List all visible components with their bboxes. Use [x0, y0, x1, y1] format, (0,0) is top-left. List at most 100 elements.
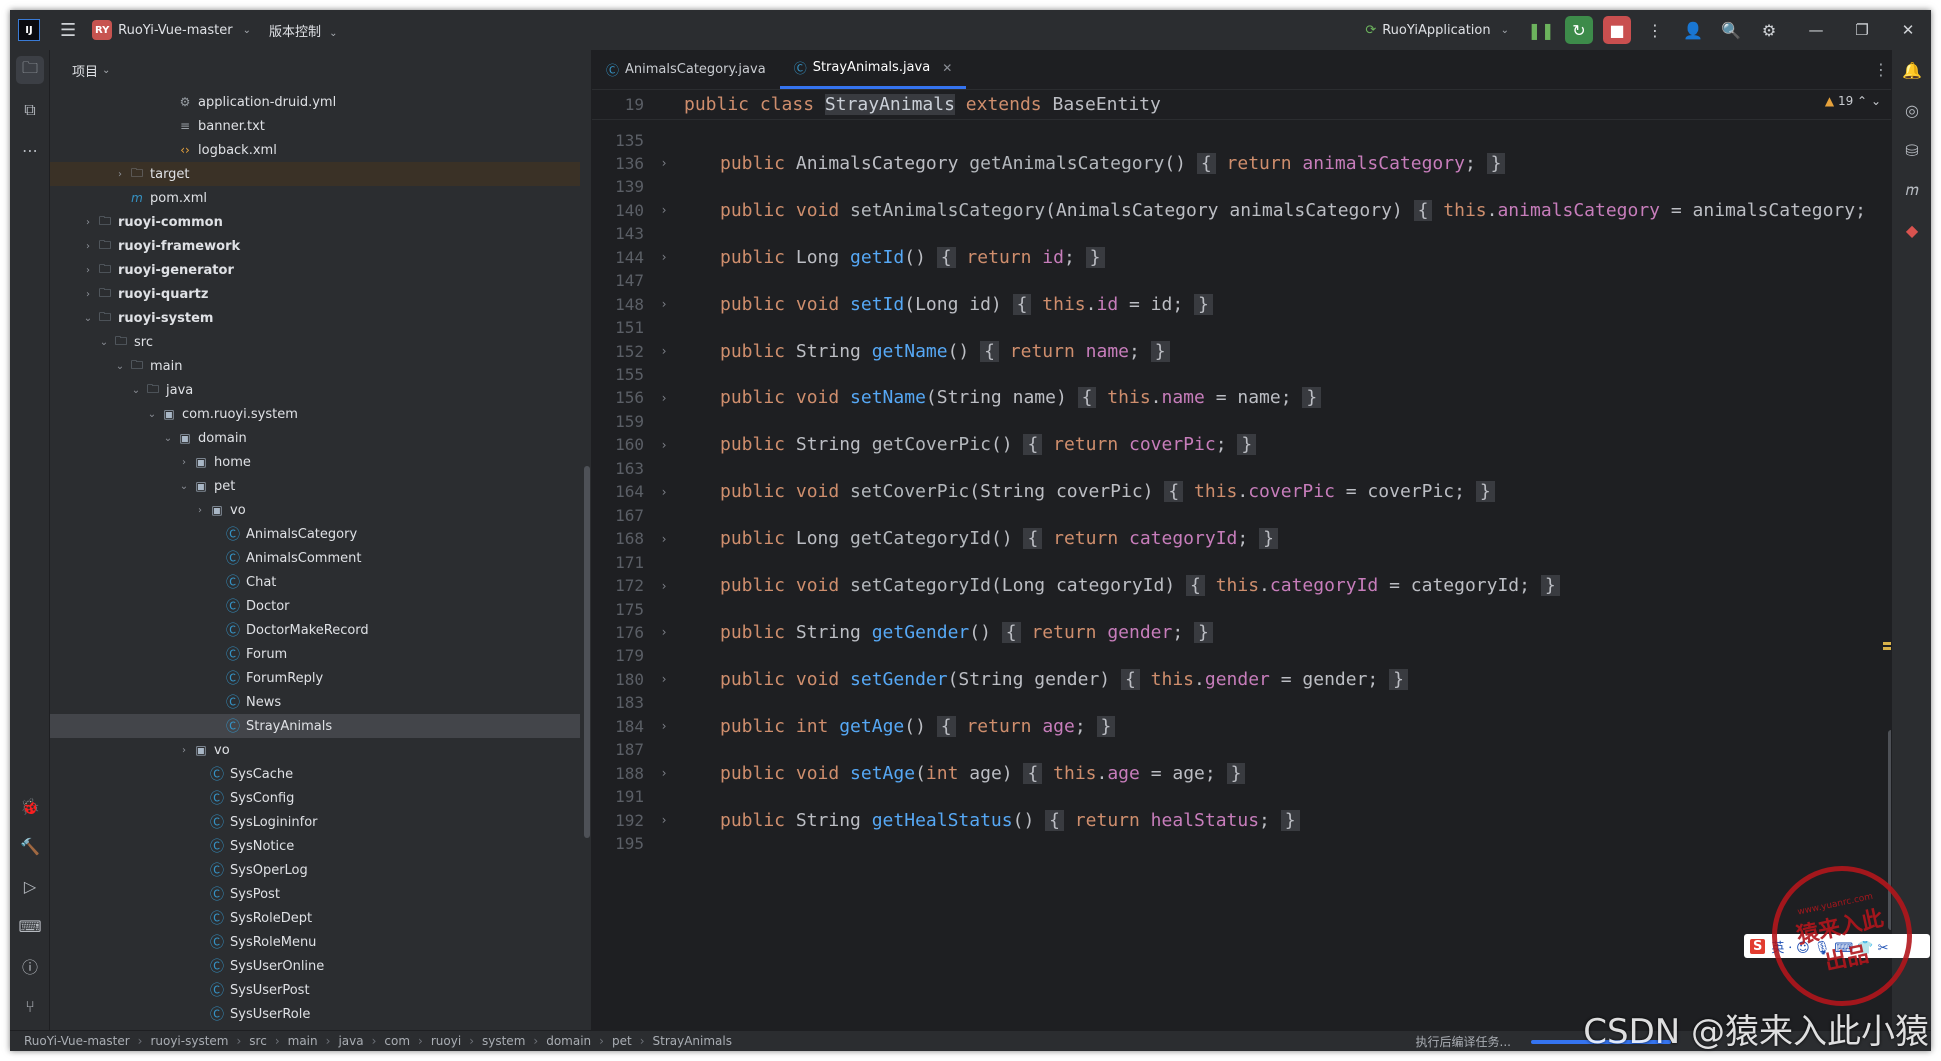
breadcrumb-item[interactable]: java: [338, 1034, 363, 1048]
fold-chevron-icon[interactable]: ›: [644, 625, 684, 639]
ai-assistant-icon[interactable]: ◎: [1898, 96, 1926, 124]
tree-item[interactable]: Ⓒ News: [50, 690, 580, 714]
chevron-down-icon[interactable]: ⌄: [96, 337, 112, 348]
vcs-menu[interactable]: 版本控制 ⌄: [269, 21, 338, 40]
chevron-right-icon[interactable]: ›: [176, 745, 192, 756]
tree-item[interactable]: Ⓒ SysOperLog: [50, 858, 580, 882]
breadcrumb-item[interactable]: pet: [612, 1034, 632, 1048]
tree-item[interactable]: Ⓒ AnimalsComment: [50, 546, 580, 570]
stop-button[interactable]: ■: [1603, 16, 1631, 44]
tree-item[interactable]: Ⓒ SysNotice: [50, 834, 580, 858]
tree-item[interactable]: ⌄ ▣ pet: [50, 474, 580, 498]
fold-chevron-icon[interactable]: ›: [644, 438, 684, 452]
tree-item[interactable]: ⌄ ▣ com.ruoyi.system: [50, 402, 580, 426]
project-panel-header[interactable]: 项目 ⌄: [50, 50, 591, 90]
chevron-right-icon[interactable]: ›: [176, 457, 192, 468]
project-switcher[interactable]: RY RuoYi-Vue-master ⌄: [92, 20, 251, 40]
run-tool-icon[interactable]: ▷: [16, 872, 44, 900]
problems-tool-icon[interactable]: ⓘ: [16, 952, 44, 980]
fold-chevron-icon[interactable]: ›: [644, 250, 684, 264]
tree-item[interactable]: Ⓒ SysConfig: [50, 786, 580, 810]
tree-item[interactable]: › 🗀 target: [50, 162, 580, 186]
close-button[interactable]: ✕: [1885, 21, 1931, 39]
fold-chevron-icon[interactable]: ›: [644, 203, 684, 217]
tree-item[interactable]: ⌄ 🗀 src: [50, 330, 580, 354]
close-tab-icon[interactable]: ✕: [942, 61, 952, 75]
tree-item[interactable]: › ▣ home: [50, 450, 580, 474]
tree-item[interactable]: ⌄ 🗀 ruoyi-system: [50, 306, 580, 330]
tree-item[interactable]: Ⓒ Chat: [50, 570, 580, 594]
chevron-right-icon[interactable]: ›: [80, 289, 96, 300]
tree-item[interactable]: Ⓒ Doctor: [50, 594, 580, 618]
tree-item[interactable]: Ⓒ AnimalsCategory: [50, 522, 580, 546]
chevron-down-icon[interactable]: ⌄: [112, 361, 128, 372]
build-tool-icon[interactable]: 🔨: [16, 832, 44, 860]
tree-item[interactable]: Ⓒ SysLogininfor: [50, 810, 580, 834]
breadcrumb-item[interactable]: system: [482, 1034, 525, 1048]
editor-tab[interactable]: Ⓒ AnimalsCategory.java: [592, 50, 780, 89]
chevron-down-icon[interactable]: ⌄: [80, 313, 96, 324]
breadcrumb-item[interactable]: com: [384, 1034, 410, 1048]
chevron-right-icon[interactable]: ›: [112, 169, 128, 180]
fold-chevron-icon[interactable]: ›: [644, 672, 684, 686]
git-tool-icon[interactable]: ⑂: [16, 992, 44, 1020]
more-icon[interactable]: ⋮: [1641, 16, 1669, 44]
tree-item[interactable]: ⌄ ▣ domain: [50, 426, 580, 450]
chevron-up-icon[interactable]: ⌃: [1857, 94, 1867, 108]
breadcrumb-item[interactable]: StrayAnimals: [653, 1034, 733, 1048]
tree-item[interactable]: › ▣ vo: [50, 738, 580, 762]
breadcrumb-item[interactable]: RuoYi-Vue-master: [24, 1034, 130, 1048]
fold-chevron-icon[interactable]: ›: [644, 813, 684, 827]
tree-item[interactable]: m pom.xml: [50, 186, 580, 210]
tree-item[interactable]: Ⓒ SysPost: [50, 882, 580, 906]
tree-item[interactable]: Ⓒ Forum: [50, 642, 580, 666]
tree-item[interactable]: Ⓒ SysRoleDept: [50, 906, 580, 930]
ide-logo-icon[interactable]: IJ: [18, 19, 40, 41]
chevron-right-icon[interactable]: ›: [80, 241, 96, 252]
tree-item[interactable]: › 🗀 ruoyi-framework: [50, 234, 580, 258]
breadcrumb-item[interactable]: domain: [546, 1034, 591, 1048]
fold-chevron-icon[interactable]: ›: [644, 485, 684, 499]
chevron-down-icon[interactable]: ⌄: [128, 385, 144, 396]
terminal-tool-icon[interactable]: ⌨: [16, 912, 44, 940]
tree-item[interactable]: › 🗀 ruoyi-common: [50, 210, 580, 234]
maven-icon[interactable]: 𝑚: [1898, 176, 1926, 204]
breadcrumb-item[interactable]: ruoyi-system: [150, 1034, 228, 1048]
tree-item[interactable]: Ⓒ DoctorMakeRecord: [50, 618, 580, 642]
background-task[interactable]: 执行后编译任务...: [1416, 1033, 1511, 1050]
chevron-down-icon[interactable]: ⌄: [176, 481, 192, 492]
tree-item[interactable]: ‹› logback.xml: [50, 138, 580, 162]
code-line[interactable]: 195: [592, 830, 1901, 858]
tree-item[interactable]: Ⓒ SysUserPost: [50, 978, 580, 1002]
sticky-header[interactable]: 19 public class StrayAnimals extends Bas…: [592, 90, 1901, 120]
minimize-button[interactable]: —: [1793, 21, 1839, 39]
fold-chevron-icon[interactable]: ›: [644, 532, 684, 546]
structure-tool-icon[interactable]: ⧉: [16, 96, 44, 124]
tree-item[interactable]: ⚙ application-druid.yml: [50, 90, 580, 114]
fold-chevron-icon[interactable]: ›: [644, 579, 684, 593]
database-icon[interactable]: ⛁: [1898, 136, 1926, 164]
notifications-icon[interactable]: 🔔: [1898, 56, 1926, 84]
tree-item[interactable]: Ⓒ ForumReply: [50, 666, 580, 690]
chevron-down-icon[interactable]: ⌄: [1871, 94, 1881, 108]
tree-item[interactable]: ⌄ 🗀 main: [50, 354, 580, 378]
fold-chevron-icon[interactable]: ›: [644, 156, 684, 170]
fold-chevron-icon[interactable]: ›: [644, 391, 684, 405]
add-user-icon[interactable]: 👤: [1679, 16, 1707, 44]
project-tool-icon[interactable]: 🗀: [16, 56, 44, 84]
fold-chevron-icon[interactable]: ›: [644, 344, 684, 358]
main-menu-icon[interactable]: ☰: [60, 20, 76, 41]
settings-icon[interactable]: ⚙: [1755, 16, 1783, 44]
code-area[interactable]: 19 public class StrayAnimals extends Bas…: [592, 90, 1901, 1030]
debug-tool-icon[interactable]: 🐞: [16, 792, 44, 820]
tree-item[interactable]: Ⓒ SysUserOnline: [50, 954, 580, 978]
tree-item[interactable]: ≡ banner.txt: [50, 114, 580, 138]
pause-icon[interactable]: ❚❚: [1527, 16, 1555, 44]
fold-chevron-icon[interactable]: ›: [644, 719, 684, 733]
plugin-icon[interactable]: ◆: [1898, 216, 1926, 244]
fold-chevron-icon[interactable]: ›: [644, 297, 684, 311]
more-tools-icon[interactable]: ⋯: [16, 136, 44, 164]
run-config-selector[interactable]: ⟳ RuoYiApplication ⌄: [1365, 23, 1509, 38]
rerun-button[interactable]: ↻: [1565, 16, 1593, 44]
inspection-widget[interactable]: ▲ 19 ⌃ ⌄: [1825, 94, 1881, 108]
